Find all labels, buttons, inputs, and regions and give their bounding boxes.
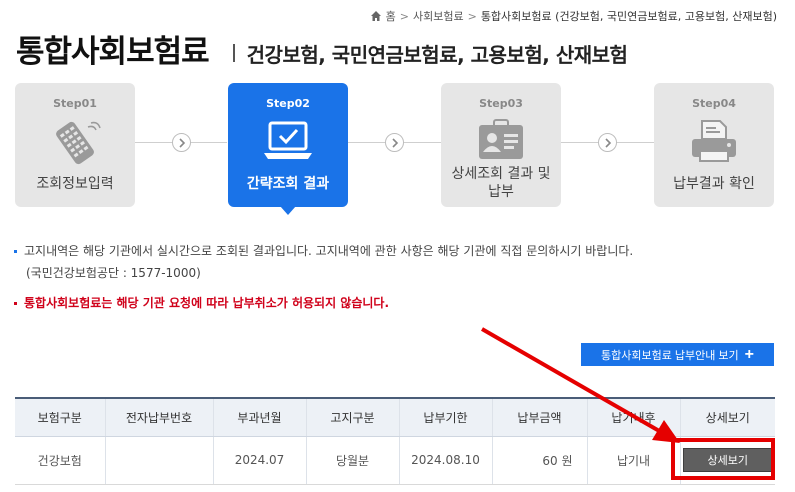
breadcrumb-social-insurance[interactable]: 사회보험료	[413, 8, 464, 24]
notice-section: 고지내역은 해당 기관에서 실시간으로 조회된 결과입니다. 고지내역에 관한 …	[14, 242, 633, 312]
column-header: 부과년월	[212, 397, 306, 437]
column-header: 고지구분	[305, 397, 399, 437]
column-header: 전자납부번호	[104, 397, 213, 437]
breadcrumb-current: 통합사회보험료 (건강보험, 국민연금보험료, 고용보험, 산재보험)	[480, 10, 777, 23]
id-card-icon	[479, 119, 523, 159]
step-3: Step03 상세조회 결과 및 납부	[441, 83, 561, 207]
remote-control-icon	[56, 121, 101, 165]
period-cell: 납기내	[586, 436, 680, 485]
amount-cell: 60 원	[491, 436, 587, 485]
step-number: Step01	[53, 97, 97, 110]
table-row: 건강보험 2024.07 당월분 2024.08.10 60 원 납기내 상세보…	[15, 436, 775, 485]
breadcrumb-separator: >	[467, 9, 477, 23]
page-title: 통합사회보험료	[16, 34, 210, 70]
insurance-result-table: 보험구분 전자납부번호 부과년월 고지구분 납부기한 납부금액 납기내후 상세보…	[15, 397, 775, 485]
billing-month-cell: 2024.07	[212, 436, 306, 485]
step-label: 간략조회 결과	[246, 176, 330, 192]
column-header: 납부금액	[491, 397, 587, 437]
notice-contact: (국민건강보험공단 : 1577-1000)	[26, 266, 201, 280]
step-number: Step04	[692, 97, 736, 110]
column-header: 보험구분	[15, 397, 105, 437]
plus-icon: +	[744, 345, 754, 363]
table-header-row: 보험구분 전자납부번호 부과년월 고지구분 납부기한 납부금액 납기내후 상세보…	[15, 397, 775, 437]
column-header: 상세보기	[679, 397, 775, 437]
warning-text: 통합사회보험료는 해당 기관 요청에 따라 납부취소가 허용되지 않습니다.	[14, 294, 633, 312]
chevron-right-icon	[385, 133, 404, 152]
breadcrumb-home[interactable]: 홈	[386, 8, 396, 24]
page-header: 통합사회보험료 건강보험, 국민연금보험료, 고용보험, 산재보험	[16, 26, 628, 71]
highlight-box	[671, 438, 775, 480]
chevron-right-icon	[172, 133, 191, 152]
epay-number-cell	[104, 436, 213, 485]
notice-type-cell: 당월분	[305, 436, 399, 485]
breadcrumb-separator: >	[399, 9, 409, 23]
step-1: Step01 조회정보입력	[15, 83, 135, 207]
due-date-cell: 2024.08.10	[398, 436, 492, 485]
step-number: Step03	[479, 97, 523, 110]
payment-guide-label: 통합사회보험료 납부안내 보기	[600, 349, 739, 362]
step-4: Step04 납부결과 확인	[654, 83, 774, 207]
step-2: Step02 간략조회 결과	[228, 83, 348, 207]
notice-text: 고지내역은 해당 기관에서 실시간으로 조회된 결과입니다. 고지내역에 관한 …	[14, 242, 633, 260]
laptop-check-icon	[264, 121, 312, 159]
page-subtitle: 건강보험, 국민연금보험료, 고용보험, 산재보험	[246, 43, 628, 67]
step-progress: Step01 조회정보입력 Step02 간략조회 결과 Step03 상세조회…	[15, 83, 775, 213]
column-header: 납부기한	[398, 397, 492, 437]
column-header: 납기내후	[586, 397, 680, 437]
insurance-type-cell: 건강보험	[15, 436, 105, 485]
step-label: 납부결과 확인	[673, 176, 755, 192]
step-label: 상세조회 결과 및 납부	[451, 166, 551, 200]
payment-guide-button[interactable]: 통합사회보험료 납부안내 보기 +	[581, 343, 774, 366]
breadcrumb: 홈 > 사회보험료 > 통합사회보험료 (건강보험, 국민연금보험료, 고용보험…	[370, 8, 777, 24]
home-icon[interactable]	[370, 10, 382, 22]
step-number: Step02	[266, 97, 310, 110]
chevron-right-icon	[598, 133, 617, 152]
printer-icon	[692, 120, 736, 162]
title-divider	[232, 44, 235, 62]
step-label: 조회정보입력	[36, 176, 114, 192]
